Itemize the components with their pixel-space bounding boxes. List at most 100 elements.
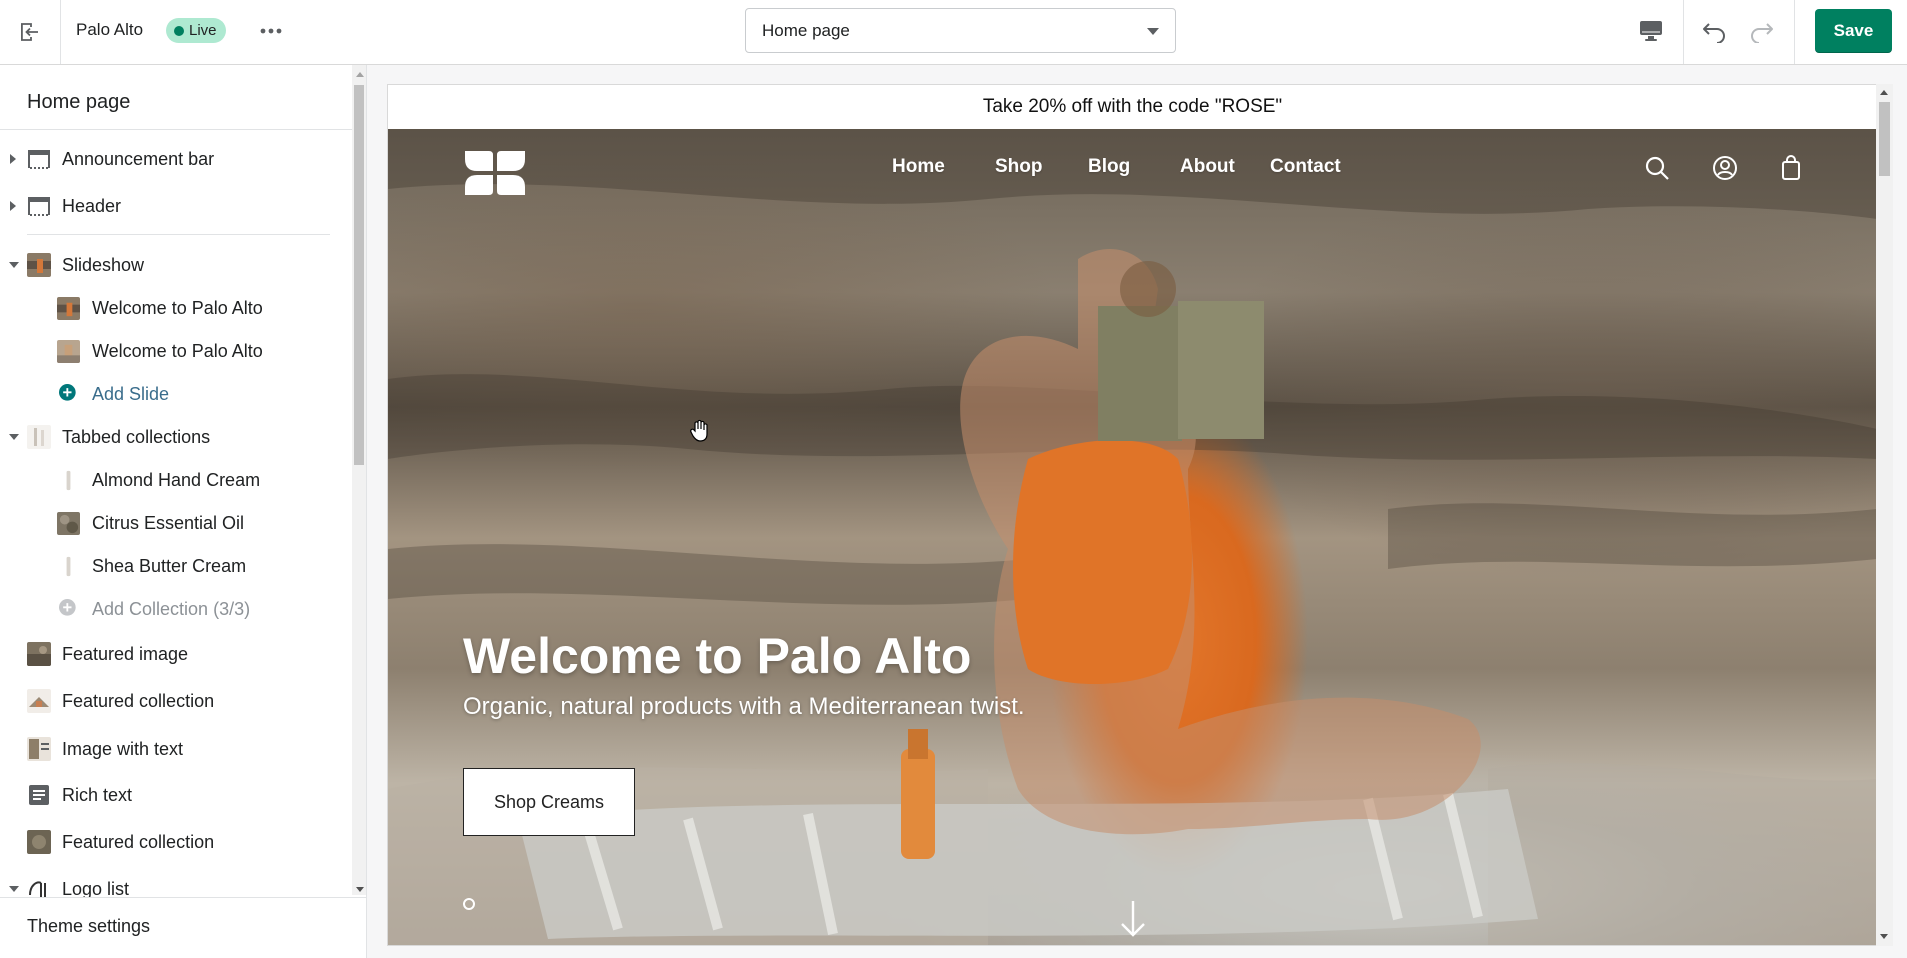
- search-icon: [1645, 156, 1669, 180]
- section-label: Slideshow: [62, 254, 145, 275]
- collection-label: Shea Butter Cream: [92, 555, 247, 576]
- device-preview-button[interactable]: [1634, 14, 1668, 48]
- image-with-text-thumbnail-icon: [27, 737, 51, 761]
- preview-scrollbar[interactable]: [1876, 84, 1893, 946]
- section-featured-image[interactable]: Featured image: [0, 635, 340, 673]
- store-logo-icon[interactable]: [463, 149, 527, 197]
- hero-subtitle: Organic, natural products with a Mediter…: [463, 693, 1025, 720]
- tabbed-collections-thumbnail-icon: [27, 425, 51, 449]
- more-horizontal-icon: [260, 28, 282, 34]
- slide-item[interactable]: Welcome to Palo Alto: [0, 289, 340, 327]
- live-dot-icon: [174, 25, 184, 36]
- page-select-value: Home page: [762, 20, 850, 40]
- plus-circle-icon: [59, 384, 76, 401]
- featured-image-thumbnail-icon: [27, 642, 51, 666]
- featured-collection-thumbnail-icon: [27, 689, 51, 713]
- section-header[interactable]: Header: [0, 187, 340, 225]
- cart-button[interactable]: [1776, 153, 1806, 183]
- chevron-down-icon: [9, 262, 19, 268]
- section-label: Featured collection: [62, 690, 215, 711]
- nav-home[interactable]: Home: [892, 156, 945, 178]
- add-collection-button[interactable]: Add Collection (3/3): [0, 590, 340, 628]
- section-label: Announcement bar: [62, 148, 215, 169]
- undo-button[interactable]: [1698, 14, 1732, 48]
- section-slideshow[interactable]: Slideshow: [0, 246, 340, 284]
- slide-thumbnail-icon: [57, 339, 80, 363]
- theme-settings-button[interactable]: Theme settings: [0, 897, 366, 958]
- theme-settings-label: Theme settings: [27, 916, 151, 936]
- chevron-down-icon: [9, 886, 19, 892]
- collection-item[interactable]: Almond Hand Cream: [0, 461, 340, 499]
- scroll-up-icon[interactable]: [1880, 90, 1888, 95]
- divider: [27, 234, 330, 235]
- sidebar-scroll-thumb[interactable]: [354, 85, 364, 465]
- preview-scroll-thumb[interactable]: [1879, 102, 1890, 176]
- hero-cta-button[interactable]: Shop Creams: [463, 768, 635, 836]
- section-image-with-text[interactable]: Image with text: [0, 730, 340, 768]
- section-label: Featured collection: [62, 831, 215, 852]
- store-preview-frame: Take 20% off with the code "ROSE" Home S…: [387, 84, 1878, 946]
- nav-blog[interactable]: Blog: [1088, 156, 1130, 178]
- nav-about[interactable]: About: [1180, 156, 1235, 178]
- store-name: Palo Alto: [76, 20, 144, 39]
- section-rich-text[interactable]: Rich text: [0, 776, 340, 814]
- collection-label: Citrus Essential Oil: [92, 512, 245, 533]
- announcement-bar-icon: [28, 150, 50, 169]
- chevron-down-icon: [1147, 28, 1159, 35]
- live-status-badge: Live: [166, 18, 226, 43]
- chevron-right-icon: [10, 154, 16, 164]
- section-featured-collection-2[interactable]: Featured collection: [0, 823, 340, 861]
- slide-label: Welcome to Palo Alto: [92, 340, 263, 361]
- product-thumbnail-icon: [57, 511, 80, 535]
- account-button[interactable]: [1710, 153, 1740, 183]
- live-badge-label: Live: [189, 22, 217, 39]
- page-template-select[interactable]: Home page: [745, 8, 1176, 53]
- scroll-down-icon[interactable]: [1880, 934, 1888, 939]
- slideshow-hero: Home Shop Blog About Contact Welcome to …: [388, 129, 1877, 945]
- nav-shop[interactable]: Shop: [995, 156, 1043, 178]
- divider: [1683, 0, 1684, 64]
- scroll-down-icon[interactable]: [356, 887, 364, 892]
- redo-icon: [1751, 23, 1773, 43]
- section-label: Header: [62, 195, 122, 216]
- collection-label: Almond Hand Cream: [92, 469, 261, 490]
- add-slide-label: Add Slide: [92, 383, 170, 404]
- exit-icon: [21, 23, 38, 41]
- collection-item[interactable]: Shea Butter Cream: [0, 547, 340, 585]
- section-label: Rich text: [62, 784, 133, 805]
- editor-topbar: Palo Alto Live Home page Save: [0, 0, 1907, 65]
- divider: [0, 129, 352, 130]
- chevron-down-icon: [9, 434, 19, 440]
- section-featured-collection[interactable]: Featured collection: [0, 682, 340, 720]
- plus-circle-icon: [59, 599, 76, 616]
- hand-cursor-icon: [690, 419, 708, 442]
- product-thumbnail-icon: [57, 554, 80, 578]
- section-tabbed-collections[interactable]: Tabbed collections: [0, 418, 340, 456]
- slide-label: Welcome to Palo Alto: [92, 297, 263, 318]
- section-label: Image with text: [62, 738, 184, 759]
- shopping-bag-icon: [1782, 155, 1800, 180]
- redo-button[interactable]: [1744, 14, 1778, 48]
- collection-item[interactable]: Citrus Essential Oil: [0, 504, 340, 542]
- save-button[interactable]: Save: [1815, 9, 1892, 53]
- slideshow-thumbnail-icon: [27, 253, 51, 277]
- rich-text-icon: [29, 785, 49, 805]
- section-label: Featured image: [62, 643, 189, 664]
- add-collection-label: Add Collection (3/3): [92, 598, 251, 619]
- search-button[interactable]: [1642, 153, 1672, 183]
- add-slide-button[interactable]: Add Slide: [0, 375, 340, 413]
- announcement-bar: Take 20% off with the code "ROSE": [388, 85, 1877, 129]
- more-actions-button[interactable]: [254, 16, 288, 46]
- undo-icon: [1703, 23, 1725, 43]
- slide-item[interactable]: Welcome to Palo Alto: [0, 332, 340, 370]
- scroll-up-icon[interactable]: [356, 72, 364, 77]
- divider: [1794, 0, 1795, 64]
- nav-contact[interactable]: Contact: [1270, 156, 1341, 178]
- sidebar-title: Home page: [27, 91, 131, 113]
- slide-indicator-dot[interactable]: [463, 898, 475, 910]
- arrow-down-icon[interactable]: [1118, 899, 1148, 939]
- exit-editor-button[interactable]: [0, 0, 61, 64]
- section-announcement-bar[interactable]: Announcement bar: [0, 140, 340, 178]
- slide-thumbnail-icon: [57, 296, 80, 320]
- product-thumbnail-icon: [57, 468, 80, 492]
